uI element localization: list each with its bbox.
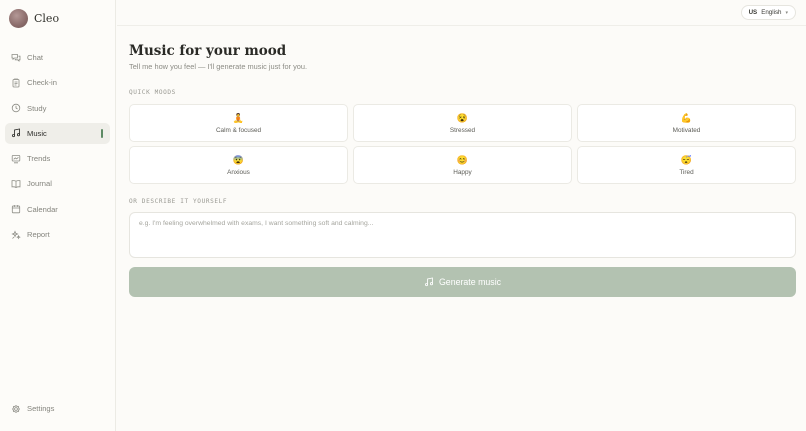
sidebar-item-check-in[interactable]: Check-in: [5, 72, 110, 93]
sidebar-item-music[interactable]: Music: [5, 122, 110, 144]
mood-card-happy[interactable]: 😊 Happy: [353, 146, 572, 184]
mood-label: Happy: [453, 168, 472, 176]
meditation-icon: 🧘: [232, 112, 245, 123]
mood-card-motivated[interactable]: 💪 Motivated: [577, 104, 796, 142]
clock-icon: [11, 103, 21, 113]
sidebar-item-label: Journal: [27, 179, 52, 189]
mood-card-tired[interactable]: 😴 Tired: [577, 146, 796, 184]
sidebar-item-journal[interactable]: Journal: [5, 173, 110, 194]
clipboard-icon: [11, 78, 21, 88]
flexed-arm-icon: 💪: [680, 112, 693, 123]
sidebar-item-settings[interactable]: Settings: [5, 398, 110, 419]
describe-label: OR DESCRIBE IT YOURSELF: [129, 198, 228, 205]
music-note-icon: [424, 277, 433, 287]
language-label: English: [761, 9, 782, 16]
generate-music-label: Generate music: [438, 277, 502, 287]
sidebar-item-label: Report: [27, 230, 50, 240]
calendar-icon: [11, 204, 21, 214]
mood-card-stressed[interactable]: 😵 Stressed: [353, 104, 572, 142]
sidebar-item-label: Trends: [27, 154, 51, 164]
sidebar-item-label: Check-in: [27, 78, 57, 88]
sidebar-item-report[interactable]: Report: [5, 224, 110, 245]
mood-card-anxious[interactable]: 😨 Anxious: [129, 146, 348, 184]
sidebar-nav: Chat Check-in Study Music Trends Journal…: [5, 47, 110, 249]
mood-description-input[interactable]: [129, 212, 796, 258]
sleepy-face-icon: 😴: [680, 154, 693, 165]
page-title: Music for your mood: [129, 43, 287, 59]
quick-moods-label: QUICK MOODS: [129, 89, 176, 96]
active-indicator: [101, 128, 103, 138]
trend-chart-icon: [11, 154, 21, 164]
stressed-face-icon: 😵: [456, 112, 469, 123]
music-note-icon: [11, 128, 21, 138]
mood-label: Calm & focused: [215, 126, 262, 134]
language-selector[interactable]: US English ▾: [740, 5, 796, 20]
sidebar-item-label: Settings: [27, 404, 55, 413]
anxious-face-icon: 😨: [232, 154, 245, 165]
mood-label: Tired: [679, 168, 694, 176]
gear-icon: [11, 404, 21, 414]
book-icon: [11, 179, 21, 189]
chat-bubbles-icon: [11, 53, 21, 63]
generate-music-button[interactable]: Generate music: [129, 267, 796, 297]
sidebar-item-label: Music: [27, 128, 47, 138]
sidebar-item-trends[interactable]: Trends: [5, 148, 110, 169]
mood-label: Anxious: [227, 168, 250, 176]
mood-card-calm-focused[interactable]: 🧘 Calm & focused: [129, 104, 348, 142]
mood-label: Motivated: [672, 126, 701, 134]
sidebar: Cleo Chat Check-in Study Music Trends Jo…: [0, 0, 116, 431]
brand-name: Cleo: [34, 12, 60, 25]
sidebar-item-chat[interactable]: Chat: [5, 47, 110, 68]
sidebar-item-label: Calendar: [27, 204, 58, 214]
sidebar-item-label: Study: [27, 103, 47, 113]
language-code: US: [748, 9, 758, 16]
avatar[interactable]: [9, 9, 28, 28]
brand[interactable]: Cleo: [9, 9, 59, 28]
sidebar-item-study[interactable]: Study: [5, 98, 110, 119]
chevron-down-icon: ▾: [785, 9, 788, 16]
top-bar: US English ▾: [117, 0, 806, 26]
sidebar-item-label: Chat: [27, 53, 44, 62]
sidebar-item-calendar[interactable]: Calendar: [5, 199, 110, 220]
page-subtitle: Tell me how you feel — I'll generate mus…: [129, 62, 308, 71]
sparkle-icon: [11, 229, 21, 240]
happy-face-icon: 😊: [456, 154, 469, 165]
mood-label: Stressed: [449, 126, 476, 134]
mood-grid: 🧘 Calm & focused 😵 Stressed 💪 Motivated …: [129, 104, 796, 184]
settings-section: Settings: [5, 398, 110, 423]
